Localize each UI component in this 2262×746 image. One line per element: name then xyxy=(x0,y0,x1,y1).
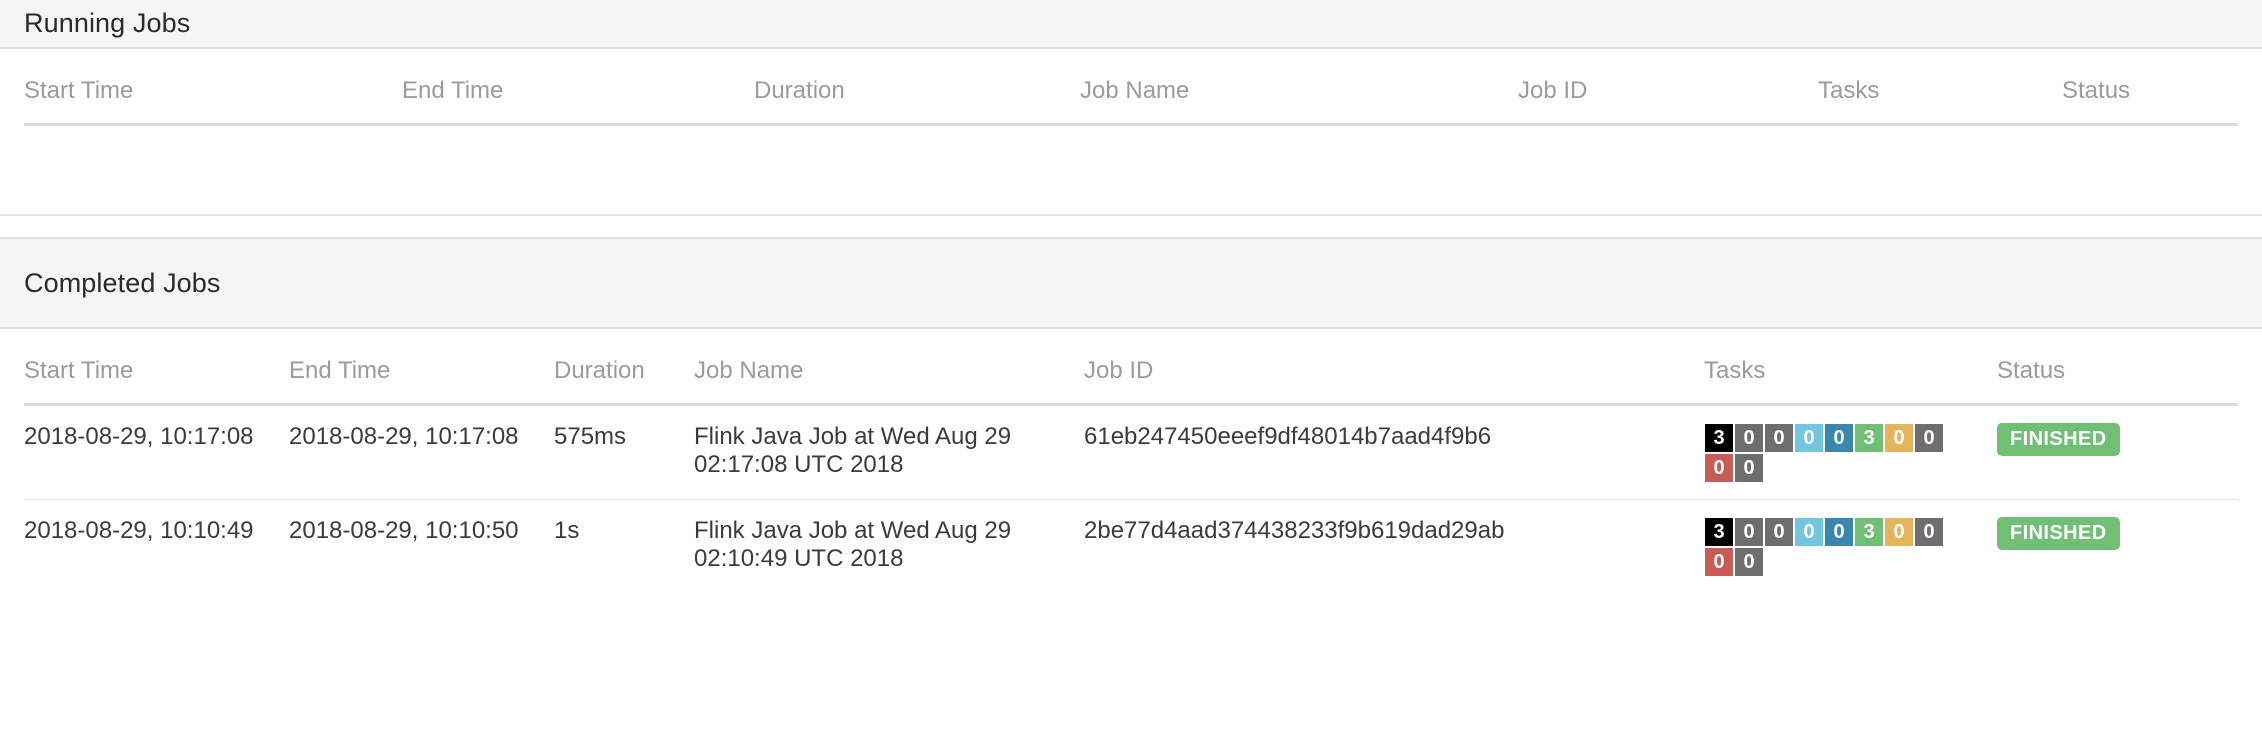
task-status-boxes: 3000030000 xyxy=(1704,423,1954,483)
table-row[interactable]: 2018-08-29, 10:10:49 2018-08-29, 10:10:50… xyxy=(24,499,2238,593)
running-jobs-title: Running Jobs xyxy=(24,8,191,38)
running-jobs-body: Start Time End Time Duration Job Name Jo… xyxy=(0,49,2262,214)
task-box-failed: 0 xyxy=(1704,453,1734,483)
column-header-status[interactable]: Status xyxy=(2062,49,2238,126)
running-jobs-table: Start Time End Time Duration Job Name Jo… xyxy=(24,49,2238,126)
job-duration: 1s xyxy=(554,499,694,593)
completed-jobs-body: Start Time End Time Duration Job Name Jo… xyxy=(0,329,2262,593)
task-box-deploying: 0 xyxy=(1794,517,1824,547)
job-start-time: 2018-08-29, 10:17:08 xyxy=(24,423,254,450)
task-box-deploying: 0 xyxy=(1794,423,1824,453)
job-end-time: 2018-08-29, 10:10:50 xyxy=(289,499,554,593)
task-box-running: 0 xyxy=(1824,517,1854,547)
job-start-time: 2018-08-29, 10:10:49 xyxy=(24,499,289,593)
job-id: 61eb247450eeef9df48014b7aad4f9b6 xyxy=(1084,423,1492,450)
task-box-total: 3 xyxy=(1704,423,1734,453)
column-header-job-name[interactable]: Job Name xyxy=(1080,49,1518,126)
running-jobs-heading: Running Jobs xyxy=(0,0,2262,49)
column-header-end-time[interactable]: End Time xyxy=(402,49,754,126)
job-tasks: 3000030000 xyxy=(1704,499,1997,593)
running-jobs-panel: Running Jobs Start Time End Time Duratio… xyxy=(0,0,2262,214)
running-jobs-empty-area xyxy=(24,126,2238,214)
column-header-start-time[interactable]: Start Time xyxy=(24,49,402,126)
completed-jobs-table: Start Time End Time Duration Job Name Jo… xyxy=(24,329,2238,593)
task-box-reconciling: 0 xyxy=(1734,547,1764,577)
column-header-job-id[interactable]: Job ID xyxy=(1518,49,1818,126)
completed-jobs-rows: 2018-08-29, 10:17:08 2018-08-29, 10:17:08… xyxy=(24,405,2238,593)
task-box-reconciling: 0 xyxy=(1734,453,1764,483)
completed-jobs-header-row: Start Time End Time Duration Job Name Jo… xyxy=(24,329,2238,406)
task-box-canceling: 0 xyxy=(1884,517,1914,547)
completed-jobs-panel: Completed Jobs Start Time End Time Durat… xyxy=(0,239,2262,593)
task-box-running: 0 xyxy=(1824,423,1854,453)
section-divider xyxy=(0,214,2262,239)
job-duration: 575ms xyxy=(554,423,627,450)
column-header-tasks[interactable]: Tasks xyxy=(1818,49,2062,126)
job-tasks: 3000030000 xyxy=(1704,405,1997,500)
status-badge: FINISHED xyxy=(1997,517,2120,550)
task-box-total: 3 xyxy=(1704,517,1734,547)
column-header-duration[interactable]: Duration xyxy=(554,329,694,406)
column-header-end-time[interactable]: End Time xyxy=(289,329,554,406)
job-status: FINISHED xyxy=(1997,405,2238,500)
task-box-created: 0 xyxy=(1734,423,1764,453)
column-header-job-id[interactable]: Job ID xyxy=(1084,329,1704,406)
task-box-scheduled: 0 xyxy=(1764,517,1794,547)
task-box-failed: 0 xyxy=(1704,547,1734,577)
task-box-created: 0 xyxy=(1734,517,1764,547)
task-box-canceled: 0 xyxy=(1914,423,1944,453)
job-end-time: 2018-08-29, 10:17:08 xyxy=(289,423,519,450)
column-header-job-name[interactable]: Job Name xyxy=(694,329,1084,406)
task-box-scheduled: 0 xyxy=(1764,423,1794,453)
column-header-duration[interactable]: Duration xyxy=(754,49,1080,126)
table-row[interactable]: 2018-08-29, 10:17:08 2018-08-29, 10:17:08… xyxy=(24,405,2238,500)
task-box-finished: 3 xyxy=(1854,423,1884,453)
job-status: FINISHED xyxy=(1997,499,2238,593)
column-header-tasks[interactable]: Tasks xyxy=(1704,329,1997,406)
job-id: 2be77d4aad374438233f9b619dad29ab xyxy=(1084,499,1704,593)
running-jobs-header-row: Start Time End Time Duration Job Name Jo… xyxy=(24,49,2238,126)
job-name: Flink Java Job at Wed Aug 29 02:17:08 UT… xyxy=(694,423,1012,479)
column-header-start-time[interactable]: Start Time xyxy=(24,329,289,406)
completed-jobs-title: Completed Jobs xyxy=(24,267,221,298)
column-header-status[interactable]: Status xyxy=(1997,329,2238,406)
job-name: Flink Java Job at Wed Aug 29 02:10:49 UT… xyxy=(694,499,1084,593)
task-box-finished: 3 xyxy=(1854,517,1884,547)
task-status-boxes: 3000030000 xyxy=(1704,517,1954,577)
task-box-canceled: 0 xyxy=(1914,517,1944,547)
task-box-canceling: 0 xyxy=(1884,423,1914,453)
completed-jobs-heading: Completed Jobs xyxy=(0,239,2262,329)
status-badge: FINISHED xyxy=(1997,423,2120,456)
